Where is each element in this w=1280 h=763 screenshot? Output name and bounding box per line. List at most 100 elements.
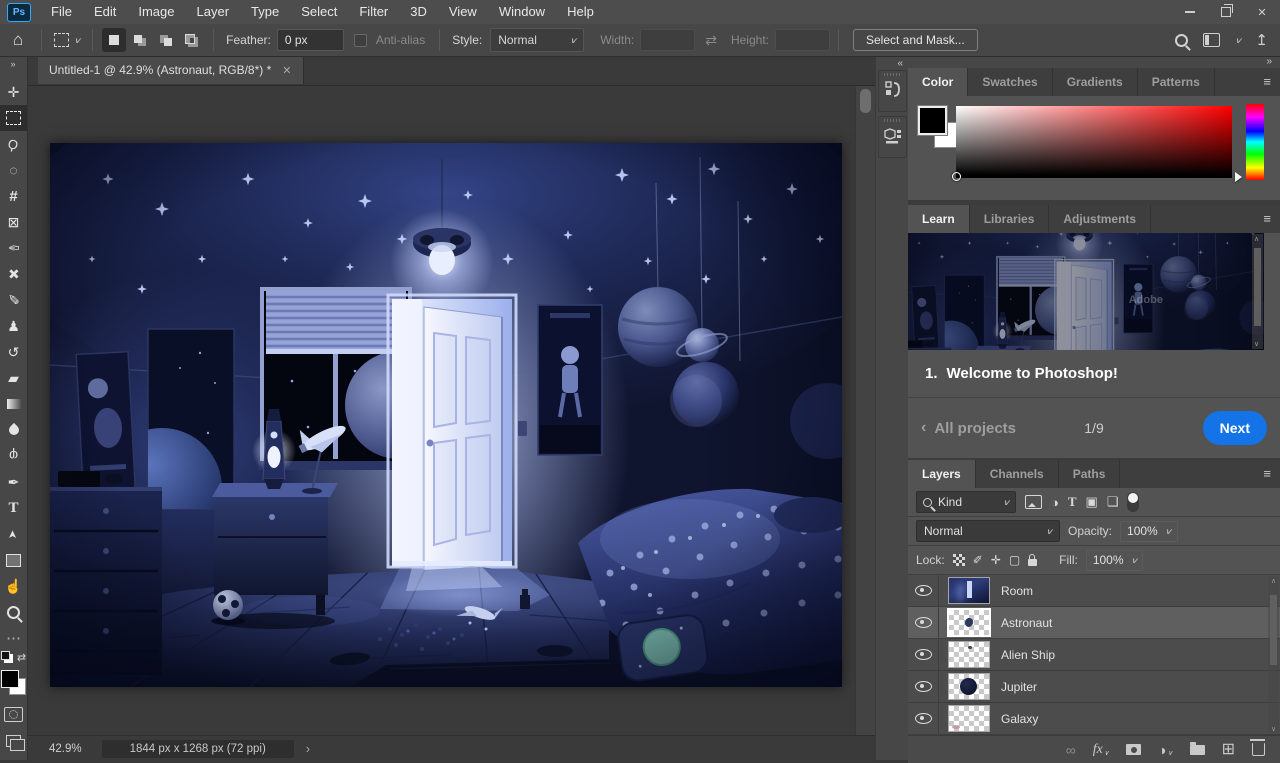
screen-mode-button[interactable] <box>6 735 21 747</box>
tab-adjustments[interactable]: Adjustments <box>1049 205 1151 233</box>
layer-thumbnail[interactable] <box>948 673 990 700</box>
anti-alias-checkbox[interactable] <box>354 34 367 47</box>
learn-preview-image[interactable]: Adobe ∧∨ <box>908 233 1264 350</box>
filter-pixel-layers-icon[interactable] <box>1025 495 1042 509</box>
collapse-dock-icon[interactable]: « <box>897 58 903 69</box>
tool-eyedropper[interactable]: ✑ <box>0 235 27 261</box>
panel-menu-icon[interactable]: ≡ <box>1263 211 1271 226</box>
panel-menu-icon[interactable]: ≡ <box>1263 466 1271 481</box>
opacity-input[interactable]: 100% ∨ <box>1120 521 1178 542</box>
filter-smart-objects-icon[interactable]: ❏ <box>1107 494 1119 510</box>
layer-visibility-toggle[interactable] <box>908 671 939 702</box>
lock-transparency-icon[interactable] <box>953 554 965 566</box>
layer-visibility-toggle[interactable] <box>908 575 939 606</box>
restore-button[interactable] <box>1208 1 1244 23</box>
layer-row-galaxy[interactable]: Galaxy <box>908 703 1280 735</box>
panel-menu-icon[interactable]: ≡ <box>1263 74 1271 89</box>
tool-clone-stamp[interactable]: ♟ <box>0 313 27 339</box>
menu-item[interactable]: Layer <box>186 0 241 24</box>
pasteboard[interactable] <box>27 85 855 735</box>
photoshop-logo[interactable]: Ps <box>7 3 31 22</box>
document-tab[interactable]: Untitled-1 @ 42.9% (Astronaut, RGB/8*) *… <box>38 56 304 84</box>
tool-blur[interactable] <box>0 417 27 443</box>
tool-dodge[interactable]: φ <box>0 443 27 469</box>
tool-crop[interactable]: # <box>0 183 27 209</box>
adjustment-layer-icon[interactable]: ◑∨ <box>1158 743 1173 757</box>
tool-lasso[interactable]: Ϙ <box>0 131 27 157</box>
foreground-color-swatch[interactable] <box>1 670 19 688</box>
layer-thumbnail[interactable] <box>948 641 990 668</box>
tool-history-brush[interactable]: ↺ <box>0 339 27 365</box>
menu-item[interactable]: Help <box>556 0 605 24</box>
collapse-panels-icon[interactable]: » <box>1266 56 1272 67</box>
height-input[interactable] <box>775 29 830 51</box>
new-selection-button[interactable] <box>102 28 126 52</box>
close-button[interactable]: ✕ <box>1244 1 1280 23</box>
tab-swatches[interactable]: Swatches <box>968 68 1052 96</box>
tab-channels[interactable]: Channels <box>976 460 1059 488</box>
layer-visibility-toggle[interactable] <box>908 703 939 734</box>
tool-eraser[interactable]: ▰ <box>0 365 27 391</box>
delete-layer-icon[interactable] <box>1252 743 1265 756</box>
select-and-mask-button[interactable]: Select and Mask... <box>853 29 978 51</box>
swap-dimensions-icon[interactable]: ⇄ <box>705 32 717 49</box>
back-chevron-icon[interactable]: ‹ <box>921 419 926 437</box>
home-icon[interactable]: ⌂ <box>13 30 23 50</box>
lock-paint-icon[interactable]: ✐ <box>973 553 983 567</box>
tool-type[interactable]: T <box>0 495 27 521</box>
tool-rectangular-marquee[interactable] <box>0 105 27 131</box>
foreground-color-swatch[interactable] <box>918 106 947 135</box>
layer-thumbnail[interactable] <box>948 577 990 604</box>
quick-mask-button[interactable] <box>4 707 23 722</box>
tab-close-icon[interactable]: ✕ <box>282 64 291 77</box>
link-layers-icon[interactable]: ∞ <box>1066 743 1076 757</box>
tool-gradient[interactable] <box>0 391 27 417</box>
menu-item[interactable]: File <box>40 0 83 24</box>
tab-gradients[interactable]: Gradients <box>1053 68 1138 96</box>
add-to-selection-button[interactable] <box>128 28 152 52</box>
menu-item[interactable]: Type <box>240 0 290 24</box>
lock-artboard-icon[interactable]: ▢ <box>1009 553 1020 567</box>
layer-thumbnail[interactable] <box>948 609 990 636</box>
feather-input[interactable]: 0 px <box>277 29 344 51</box>
lock-all-icon[interactable] <box>1028 559 1037 566</box>
layer-effects-icon[interactable]: fx∨ <box>1093 743 1109 757</box>
filter-type-layers-icon[interactable]: T <box>1068 494 1077 510</box>
tab-paths[interactable]: Paths <box>1059 460 1121 488</box>
subtract-from-selection-button[interactable] <box>154 28 178 52</box>
menu-item[interactable]: Image <box>127 0 185 24</box>
layer-visibility-toggle[interactable] <box>908 639 939 670</box>
tab-learn[interactable]: Learn <box>908 205 970 233</box>
toolbar-expand-icon[interactable]: » <box>10 59 16 69</box>
status-chevron-icon[interactable]: › <box>306 741 310 756</box>
menu-item[interactable]: Select <box>290 0 348 24</box>
fill-input[interactable]: 100% ∨ <box>1086 550 1144 571</box>
blend-mode-dropdown[interactable]: Normal ∨ <box>916 520 1060 542</box>
history-panel-button[interactable] <box>878 70 907 112</box>
canvas-vertical-scrollbar[interactable] <box>855 85 876 735</box>
tool-edit-toolbar[interactable]: ⋯ <box>0 625 27 651</box>
menu-item[interactable]: 3D <box>399 0 438 24</box>
style-dropdown[interactable]: Normal ∨ <box>490 28 584 52</box>
tool-move[interactable]: ✛ <box>0 79 27 105</box>
menu-item[interactable]: Edit <box>83 0 127 24</box>
menu-item[interactable]: Filter <box>348 0 399 24</box>
tool-quick-selection[interactable]: ◌ <box>0 157 27 183</box>
workspace-icon[interactable] <box>1203 33 1220 47</box>
all-projects-link[interactable]: All projects <box>934 420 1016 437</box>
tab-layers[interactable]: Layers <box>908 460 976 488</box>
menu-item[interactable]: View <box>438 0 488 24</box>
scrollbar-thumb[interactable] <box>860 89 871 113</box>
filter-toggle[interactable] <box>1127 492 1139 512</box>
tab-color[interactable]: Color <box>908 68 968 96</box>
saturation-brightness-field[interactable] <box>956 106 1232 178</box>
tool-healing-brush[interactable]: ✚ <box>0 261 27 287</box>
tool-path-selection[interactable]: ➤ <box>0 521 27 547</box>
search-icon[interactable] <box>1175 34 1188 47</box>
tab-libraries[interactable]: Libraries <box>970 205 1050 233</box>
filter-shape-layers-icon[interactable]: ▣ <box>1086 494 1098 510</box>
width-input[interactable] <box>640 29 695 51</box>
share-icon[interactable]: ↥ <box>1255 31 1268 49</box>
new-group-icon[interactable] <box>1190 745 1205 755</box>
canvas[interactable] <box>50 143 842 687</box>
